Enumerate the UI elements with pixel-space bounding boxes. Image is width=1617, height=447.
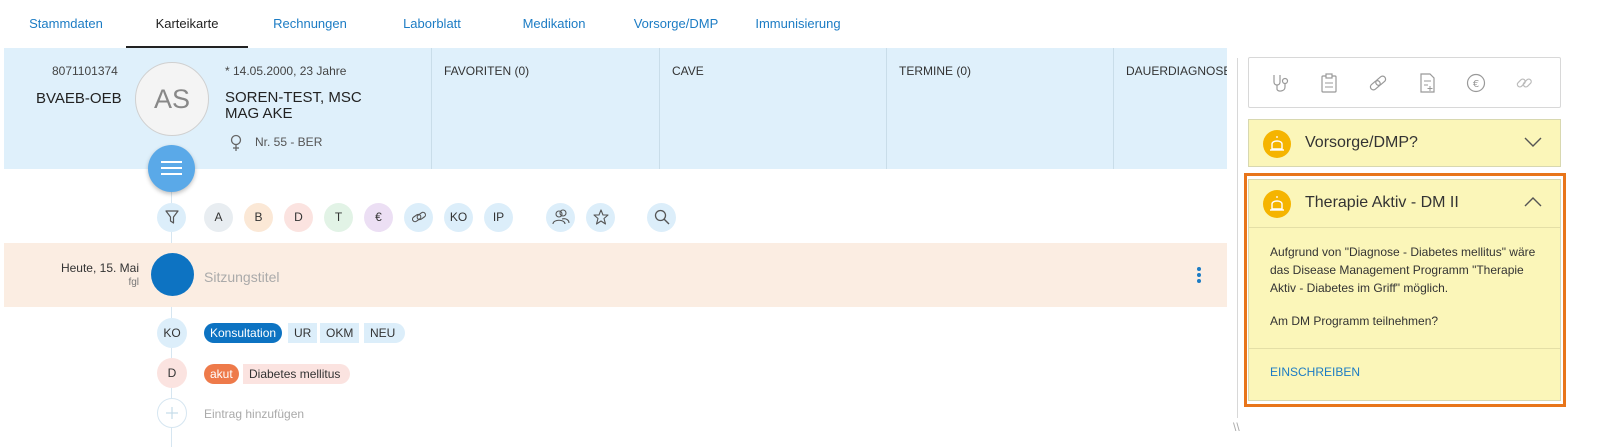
permanent-diagnoses-column[interactable]: DAUERDIAGNOSEN bbox=[1113, 48, 1227, 169]
tab-immunisierung[interactable]: Immunisierung bbox=[752, 0, 844, 48]
filter-a[interactable]: A bbox=[204, 203, 233, 232]
cave-column[interactable]: CAVE bbox=[659, 48, 886, 169]
main-tabs: Stammdaten Karteikarte Rechnungen Laborb… bbox=[0, 0, 1617, 48]
filter-d[interactable]: D bbox=[284, 203, 313, 232]
session-user: fgl bbox=[128, 277, 139, 288]
euro-icon[interactable]: € bbox=[1465, 72, 1487, 94]
menu-icon-bar bbox=[161, 161, 182, 163]
filter-t[interactable]: T bbox=[324, 203, 353, 232]
appointments-column[interactable]: TERMINE (0) bbox=[886, 48, 1113, 169]
add-entry-label[interactable]: Eintrag hinzufügen bbox=[204, 407, 304, 421]
patient-insurance: BVAEB-OEB bbox=[36, 90, 122, 107]
filter-icon bbox=[164, 210, 179, 224]
entry-type-ko: KO bbox=[157, 318, 187, 348]
pills-icon[interactable] bbox=[1514, 72, 1536, 94]
plus-icon bbox=[166, 407, 178, 419]
filter-euro[interactable]: € bbox=[364, 203, 393, 232]
clipboard-icon[interactable] bbox=[1318, 72, 1340, 94]
session-row[interactable]: Heute, 15. Mai fgl Sitzungstitel bbox=[4, 243, 1227, 307]
vorsorge-dmp-card[interactable]: Vorsorge/DMP? bbox=[1248, 119, 1561, 167]
appointments-label: TERMINE (0) bbox=[899, 64, 971, 78]
panel-divider bbox=[1237, 58, 1238, 418]
tab-medikation[interactable]: Medikation bbox=[513, 0, 595, 48]
focus-highlight bbox=[1244, 173, 1566, 407]
search-button[interactable] bbox=[647, 203, 676, 232]
star-icon bbox=[592, 209, 609, 225]
session-marker bbox=[151, 253, 194, 296]
tab-vorsorge-dmp[interactable]: Vorsorge/DMP bbox=[630, 0, 722, 48]
add-entry-button[interactable] bbox=[157, 398, 187, 428]
more-options-icon[interactable] bbox=[1197, 267, 1203, 283]
menu-icon-bar bbox=[161, 173, 182, 175]
menu-icon-bar bbox=[161, 167, 182, 169]
filter-ko[interactable]: KO bbox=[444, 203, 473, 232]
female-icon bbox=[230, 134, 242, 151]
patient-birthdate: * 14.05.2000, 23 Jahre bbox=[225, 64, 347, 78]
svg-text:€: € bbox=[1473, 79, 1479, 90]
filter-group[interactable] bbox=[546, 203, 575, 232]
side-toolbar: € bbox=[1248, 57, 1561, 108]
filter-ip[interactable]: IP bbox=[484, 203, 513, 232]
session-title-input[interactable]: Sitzungstitel bbox=[204, 269, 279, 285]
chip-diagnosis[interactable]: Diabetes mellitus bbox=[243, 364, 351, 384]
filter-link[interactable] bbox=[404, 203, 433, 232]
patient-name: SOREN-TEST, MSC MAG AKE bbox=[225, 89, 362, 122]
chip-okm[interactable]: OKM bbox=[320, 323, 360, 343]
filter-toggle[interactable] bbox=[157, 203, 186, 232]
chip-ur[interactable]: UR bbox=[288, 323, 318, 343]
chip-konsultation[interactable]: Konsultation bbox=[204, 323, 283, 343]
tab-stammdaten[interactable]: Stammdaten bbox=[20, 0, 112, 48]
session-date: Heute, 15. Mai bbox=[60, 261, 139, 275]
avatar[interactable]: AS bbox=[135, 62, 209, 136]
patient-id: 8071101374 bbox=[52, 64, 118, 78]
stethoscope-icon[interactable] bbox=[1269, 72, 1291, 94]
filter-b[interactable]: B bbox=[244, 203, 273, 232]
link-icon bbox=[411, 211, 426, 223]
patient-room: Nr. 55 - BER bbox=[255, 135, 323, 149]
tab-laborblatt[interactable]: Laborblatt bbox=[394, 0, 470, 48]
permanent-diagnoses-label: DAUERDIAGNOSEN bbox=[1126, 64, 1227, 78]
entry-type-d: D bbox=[157, 358, 187, 388]
menu-button[interactable] bbox=[148, 145, 195, 192]
people-icon bbox=[551, 209, 570, 225]
tab-rechnungen[interactable]: Rechnungen bbox=[265, 0, 355, 48]
resize-handle[interactable]: \\ bbox=[1233, 420, 1240, 434]
favorites-label: FAVORITEN (0) bbox=[444, 64, 530, 78]
chip-akut[interactable]: akut bbox=[204, 364, 239, 384]
cave-label: CAVE bbox=[672, 64, 704, 78]
tab-karteikarte[interactable]: Karteikarte bbox=[126, 0, 248, 48]
search-icon bbox=[654, 209, 669, 225]
chip-neu[interactable]: NEU bbox=[364, 323, 406, 343]
favorites-column[interactable]: FAVORITEN (0) bbox=[431, 48, 659, 169]
alarm-bell-icon bbox=[1263, 130, 1291, 158]
filter-favorites[interactable] bbox=[586, 203, 615, 232]
link-icon[interactable] bbox=[1367, 72, 1389, 94]
vorsorge-dmp-title: Vorsorge/DMP? bbox=[1305, 134, 1418, 151]
document-add-icon[interactable] bbox=[1416, 72, 1438, 94]
chevron-down-icon[interactable] bbox=[1524, 136, 1542, 148]
